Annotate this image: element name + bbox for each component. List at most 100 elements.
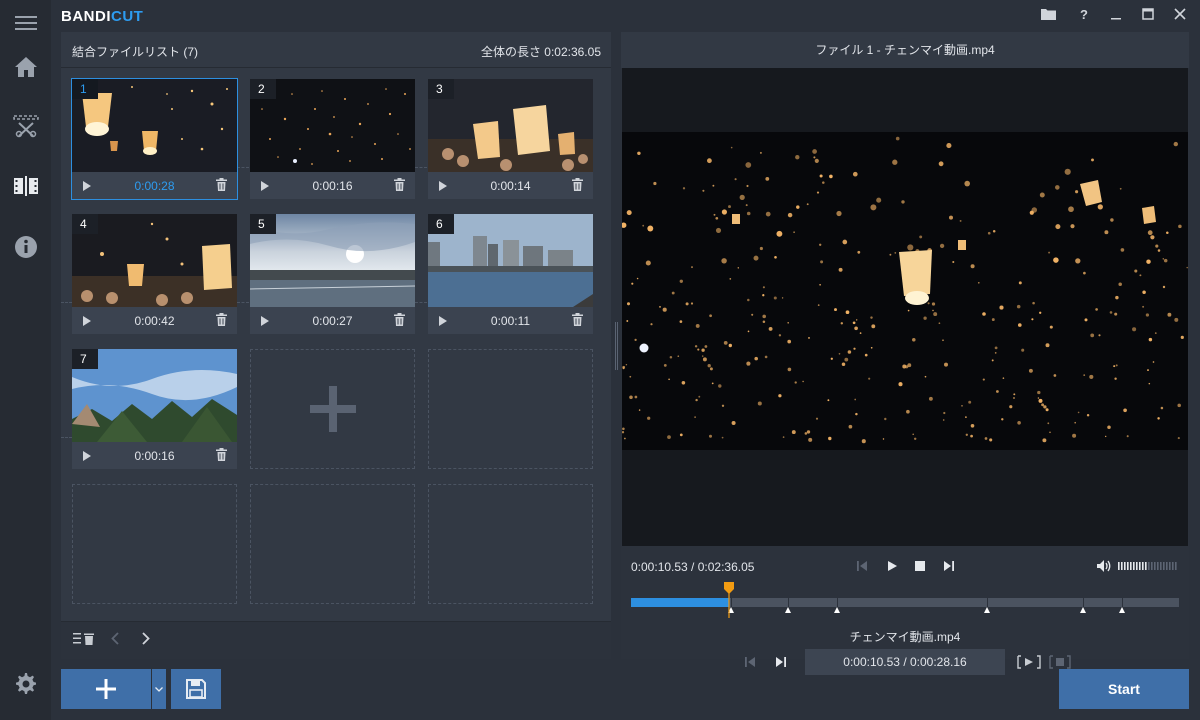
video-preview[interactable] <box>622 68 1188 546</box>
stop-segment-icon[interactable] <box>1049 655 1071 669</box>
tile-number: 3 <box>428 79 454 99</box>
file-tile-6[interactable]: 6 0:00:11 <box>428 214 593 334</box>
segment-marker <box>1119 607 1126 613</box>
trash-icon[interactable] <box>394 313 405 331</box>
chevron-down-icon <box>155 686 163 692</box>
file-tile-7[interactable]: 7 0:00:16 <box>72 349 237 469</box>
clip-previous-icon[interactable] <box>744 656 756 668</box>
app-logo: BANDICUT <box>61 8 144 25</box>
tile-number: 1 <box>72 79 98 99</box>
trash-icon[interactable] <box>216 313 227 331</box>
tile-controls: 0:00:28 <box>72 172 237 199</box>
next-frame-icon[interactable] <box>943 560 955 572</box>
prev-page-icon[interactable] <box>111 632 119 645</box>
clip-name: チェンマイ動画.mp4 <box>849 630 961 644</box>
home-icon[interactable] <box>0 44 51 90</box>
total-length: 全体の長さ 0:02:36.05 <box>480 45 601 59</box>
trash-icon[interactable] <box>216 178 227 196</box>
bandicut-window: BANDICUT ? 結合ファイルリスト (7) 全体の長さ 0:02:36.0… <box>0 0 1200 720</box>
previous-frame-icon[interactable] <box>856 560 868 572</box>
maximize-button[interactable] <box>1136 4 1160 24</box>
empty-slot <box>72 484 237 604</box>
panel-splitter[interactable] <box>614 322 618 370</box>
clear-list-icon[interactable] <box>73 632 95 645</box>
file-list-footer <box>61 621 611 659</box>
tile-controls: 0:00:11 <box>428 307 593 334</box>
tile-controls: 0:00:16 <box>250 172 415 199</box>
file-tile-3[interactable]: 3 0:00:14 <box>428 79 593 199</box>
connector <box>415 167 427 168</box>
player-controls: 0:00:10.53 / 0:02:36.05 チェンマイ動画.mp4 0:00… <box>621 546 1189 675</box>
file-tile-5[interactable]: 5 0:00:27 <box>250 214 415 334</box>
join-mode-icon[interactable] <box>0 163 51 209</box>
info-icon[interactable] <box>0 224 51 270</box>
file-grid: 1 0:00:28 2 0:00:16 3 0:00:14 4 0:00:42 … <box>61 69 611 617</box>
connector <box>237 302 249 303</box>
tile-controls: 0:00:16 <box>72 442 237 469</box>
tile-duration: 0:00:11 <box>490 314 531 328</box>
plus-icon <box>309 386 356 432</box>
tile-duration: 0:00:16 <box>312 179 353 193</box>
player-panel: ファイル 1 - チェンマイ動画.mp4 0:00:10.53 / 0:02:3… <box>621 32 1189 675</box>
segment-marker <box>784 607 791 613</box>
tile-number: 5 <box>250 214 276 234</box>
empty-slot <box>428 484 593 604</box>
playhead[interactable] <box>723 582 735 623</box>
file-list-panel: 結合ファイルリスト (7) 全体の長さ 0:02:36.05 1 0:00:28… <box>61 32 611 659</box>
segment-boundary <box>1122 598 1124 607</box>
close-button[interactable] <box>1168 4 1192 24</box>
tile-number: 2 <box>250 79 276 99</box>
save-icon <box>186 679 206 699</box>
trash-icon[interactable] <box>572 313 583 331</box>
add-file-button[interactable] <box>61 669 151 709</box>
sidebar <box>0 0 51 720</box>
empty-slot <box>428 349 593 469</box>
tile-duration: 0:00:42 <box>134 314 175 328</box>
player-title: ファイル 1 - チェンマイ動画.mp4 <box>621 32 1189 68</box>
tile-number: 7 <box>72 349 98 369</box>
add-dropdown-button[interactable] <box>152 669 166 709</box>
play-button[interactable] <box>886 560 898 572</box>
menu-icon[interactable] <box>0 0 51 46</box>
save-list-button[interactable] <box>171 669 221 709</box>
play-segment-icon[interactable] <box>1017 655 1041 669</box>
trash-icon[interactable] <box>216 448 227 466</box>
file-tile-2[interactable]: 2 0:00:16 <box>250 79 415 199</box>
tile-number: 4 <box>72 214 98 234</box>
connector <box>61 437 72 438</box>
timeline[interactable] <box>631 598 1179 607</box>
tile-duration: 0:00:16 <box>134 449 175 463</box>
file-tile-1[interactable]: 1 0:00:28 <box>71 78 238 200</box>
file-list-header: 結合ファイルリスト (7) 全体の長さ 0:02:36.05 <box>61 32 611 68</box>
volume-icon[interactable] <box>1096 559 1112 573</box>
tile-number: 6 <box>428 214 454 234</box>
clip-next-icon[interactable] <box>775 656 787 668</box>
volume-slider[interactable] <box>1118 561 1180 571</box>
segment-marker <box>1079 607 1086 613</box>
trash-icon[interactable] <box>394 178 405 196</box>
minimize-button[interactable] <box>1104 4 1128 24</box>
tile-duration: 0:00:28 <box>134 179 175 193</box>
segment-boundary <box>986 598 988 607</box>
help-icon[interactable]: ? <box>1072 4 1096 24</box>
start-button[interactable]: Start <box>1059 669 1189 709</box>
empty-slot <box>250 484 415 604</box>
tile-controls: 0:00:27 <box>250 307 415 334</box>
next-page-icon[interactable] <box>142 632 150 645</box>
tile-duration: 0:00:14 <box>490 179 531 193</box>
stop-button[interactable] <box>914 560 926 572</box>
tile-duration: 0:00:27 <box>312 314 353 328</box>
settings-icon[interactable] <box>0 661 51 707</box>
segment-marker <box>834 607 841 613</box>
segment-boundary <box>787 598 789 607</box>
add-file-slot[interactable] <box>250 349 415 469</box>
connector <box>61 302 72 303</box>
segment-marker <box>983 607 990 613</box>
file-tile-4[interactable]: 4 0:00:42 <box>72 214 237 334</box>
folder-icon[interactable] <box>1036 4 1060 24</box>
segment-boundary <box>1082 598 1084 607</box>
clip-time: 0:00:10.53 / 0:00:28.16 <box>805 649 1005 675</box>
trash-icon[interactable] <box>572 178 583 196</box>
cut-mode-icon[interactable] <box>0 103 51 149</box>
connector <box>415 302 427 303</box>
